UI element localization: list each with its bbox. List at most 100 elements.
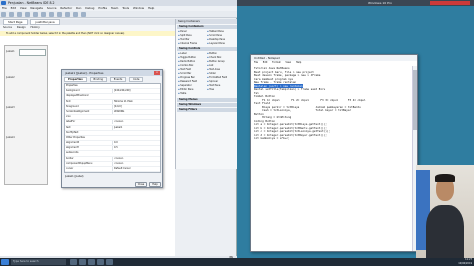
source-mode-button[interactable]: Source (3, 26, 12, 29)
dialog-close-icon[interactable]: x (154, 71, 160, 75)
palette-section-containers[interactable]: Swing Containers (177, 25, 239, 29)
menu-tools[interactable]: Tools (122, 6, 129, 10)
menu-view[interactable]: View (20, 6, 27, 10)
palette-item[interactable]: Panel (178, 30, 186, 34)
save-all-icon[interactable] (24, 12, 30, 17)
palette-section-controls[interactable]: Swing Controls (177, 47, 239, 51)
task-view-icon[interactable] (70, 259, 77, 265)
menu-navigate[interactable]: Navigate (30, 6, 43, 10)
design-mode-button[interactable]: Design (17, 26, 26, 29)
scrollbar-thumb[interactable] (413, 70, 417, 130)
notepad-taskbar-icon[interactable] (106, 259, 113, 265)
menu-profile[interactable]: Profile (98, 6, 107, 10)
property-value[interactable]: Tahoma 11 Plain (112, 99, 160, 104)
palette-item[interactable]: Text Pane (207, 84, 220, 88)
tab-events[interactable]: Events (109, 77, 127, 82)
redo-icon[interactable] (40, 12, 46, 17)
palette-item[interactable]: Split Pane (178, 34, 191, 38)
palette-item[interactable]: Text Area (207, 68, 220, 72)
menu-window[interactable]: Window (133, 6, 144, 10)
tab-code[interactable]: Code (129, 77, 144, 82)
undo-icon[interactable] (32, 12, 38, 17)
palette-item[interactable]: Toggle Button (178, 56, 196, 60)
form-label-2[interactable]: jLabel2 (6, 76, 15, 79)
palette-section-fillers[interactable]: Swing Fillers (177, 108, 239, 112)
netbeans-taskbar-icon[interactable] (97, 259, 104, 265)
property-value[interactable]: jLabel1 (112, 125, 160, 130)
palette-item[interactable]: Slider (207, 72, 216, 76)
form-text-field[interactable] (19, 49, 46, 56)
property-value[interactable]: [0,0,0] (112, 104, 160, 109)
palette-item[interactable]: Tool Bar (178, 38, 189, 42)
palette-section-menus[interactable]: Swing Menus (177, 98, 239, 102)
new-file-icon[interactable] (1, 12, 6, 17)
help-button[interactable]: Help (149, 182, 161, 187)
build-icon[interactable] (48, 12, 54, 17)
clean-build-icon[interactable] (56, 12, 62, 17)
palette-item[interactable]: Text Field (178, 68, 191, 72)
np-menu-format[interactable]: Format (272, 61, 280, 64)
property-value[interactable]: <none> (112, 156, 160, 161)
property-value[interactable]: <none> (112, 120, 160, 125)
np-menu-view[interactable]: View (285, 61, 291, 64)
palette-item[interactable]: Radio Button (178, 60, 195, 64)
taskbar-search[interactable]: Type here to search (11, 259, 66, 265)
close-button[interactable]: Close (135, 182, 147, 187)
menu-help[interactable]: Help (148, 6, 154, 10)
browser-icon[interactable] (88, 259, 95, 265)
form-label-4[interactable]: jLabel4 (6, 136, 15, 139)
profile-icon[interactable] (80, 12, 86, 17)
palette-item[interactable]: Button (207, 52, 217, 56)
palette-item[interactable]: Password Field (178, 80, 197, 84)
palette-item[interactable]: Scroll Bar (178, 72, 191, 76)
property-value[interactable]: [240,240,240] (112, 89, 160, 94)
palette-item[interactable]: Check Box (207, 56, 221, 60)
menu-team[interactable]: Team (111, 6, 118, 10)
palette-item[interactable]: Formatted Field (207, 76, 227, 80)
palette-item[interactable]: Desktop Pane (207, 38, 225, 42)
run-icon[interactable] (64, 12, 70, 17)
palette-item[interactable]: Label (178, 52, 186, 56)
debug-icon[interactable] (72, 12, 78, 17)
jframe-preview[interactable]: jLabel1 jLabel2 jLabel3 jLabel4 (4, 45, 48, 185)
menu-run[interactable]: Run (76, 6, 81, 10)
palette-item[interactable]: Tree (207, 88, 214, 92)
menu-file[interactable]: File (2, 6, 7, 10)
notepad-text-area[interactable]: Tutorial Java NetBeans Buat project baru,… (251, 66, 417, 251)
start-icon[interactable] (1, 259, 9, 265)
palette-item[interactable]: List (207, 64, 213, 68)
palette-item[interactable]: Internal Frame (178, 42, 197, 46)
property-value[interactable]: 0.0 (112, 141, 160, 146)
menu-debug[interactable]: Debug (85, 6, 94, 10)
property-value[interactable]: LEADING (112, 109, 160, 114)
file-explorer-icon[interactable] (79, 259, 86, 265)
tab-binding[interactable]: Binding (89, 77, 107, 82)
palette-item[interactable]: Separator (178, 84, 191, 88)
menu-refactor[interactable]: Refactor (60, 6, 72, 10)
palette-item[interactable]: Table (178, 92, 186, 96)
palette-item[interactable]: Editor Pane (178, 88, 193, 92)
menu-source[interactable]: Source (47, 6, 57, 10)
property-value[interactable]: 0.5 (112, 146, 160, 151)
tab-properties[interactable]: Properties (64, 77, 87, 82)
new-project-icon[interactable] (8, 12, 14, 17)
property-value[interactable]: Default Cursor (112, 167, 160, 171)
form-label-1[interactable]: jLabel1 (6, 50, 15, 53)
palette-item[interactable]: Layered Pane (207, 42, 225, 46)
property-value[interactable]: <none> (112, 161, 160, 166)
np-menu-file[interactable]: File (254, 61, 258, 64)
palette-section-windows[interactable]: Swing Windows (177, 103, 239, 107)
palette-item[interactable]: Spinner (207, 80, 218, 84)
history-mode-button[interactable]: History (31, 26, 40, 29)
palette-item[interactable]: Progress Bar (178, 76, 194, 80)
form-label-3[interactable]: jLabel3 (6, 106, 15, 109)
np-menu-help[interactable]: Help (296, 61, 301, 64)
palette-item[interactable]: Scroll Pane (207, 34, 222, 38)
palette-item[interactable]: Combo Box (178, 64, 193, 68)
palette-item[interactable]: Tabbed Pane (207, 30, 224, 34)
palette-item[interactable]: Button Group (207, 60, 224, 64)
menu-edit[interactable]: Edit (11, 6, 16, 10)
np-menu-edit[interactable]: Edit (263, 61, 268, 64)
property-row[interactable]: disabledIcon (65, 172, 160, 173)
open-project-icon[interactable] (16, 12, 22, 17)
